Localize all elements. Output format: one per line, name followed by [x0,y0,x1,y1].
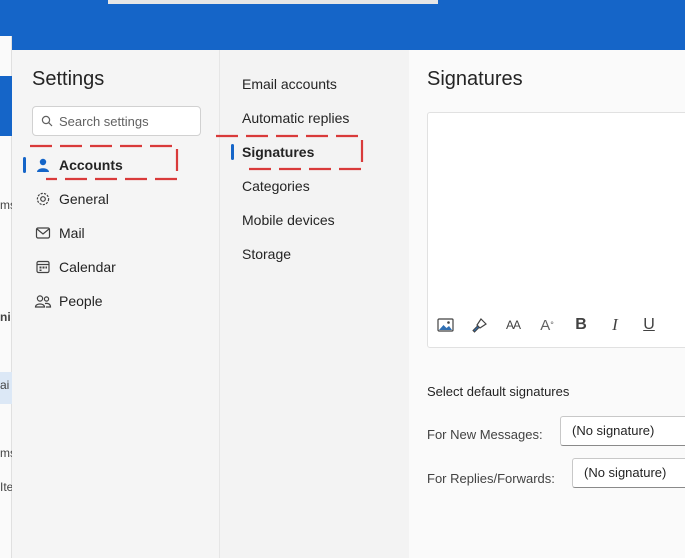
background-text-fragment: ni [0,310,11,324]
nav-item-label: Calendar [59,259,116,275]
settings-nav: Accounts General Mail Calendar People [22,148,207,318]
calendar-icon [34,258,52,276]
search-icon [41,115,53,127]
subnav-item-mobile-devices[interactable]: Mobile devices [220,203,410,237]
people-icon [34,292,52,310]
font-superscript-icon[interactable]: A ° [530,311,564,339]
image-icon[interactable] [428,311,462,339]
replies-forwards-label: For Replies/Forwards: [427,471,555,486]
format-painter-icon[interactable] [462,311,496,339]
nav-item-label: General [59,191,109,207]
superscript-mark: ° [550,320,554,330]
background-blue-chip [0,76,12,136]
accounts-subnav: Email accounts Automatic replies Signatu… [220,67,410,271]
underline-icon[interactable]: U [632,311,666,339]
settings-dialog: Settings Search settings Accounts Genera… [12,50,685,558]
gear-icon [34,190,52,208]
nav-item-accounts[interactable]: Accounts [22,148,207,182]
mail-icon [34,224,52,242]
nav-item-mail[interactable]: Mail [22,216,207,250]
subnav-item-categories[interactable]: Categories [220,169,410,203]
person-icon [34,156,52,174]
default-signatures-heading: Select default signatures [427,384,570,399]
font-size-icon[interactable]: AA [496,311,530,339]
superscript-letter: A [540,316,551,334]
editor-toolbar: AA A ° B I U [428,311,666,339]
subnav-item-automatic-replies[interactable]: Automatic replies [220,101,410,135]
nav-item-label: People [59,293,103,309]
nav-item-people[interactable]: People [22,284,207,318]
nav-item-label: Mail [59,225,85,241]
background-text-fragment: ai [0,378,10,392]
nav-item-general[interactable]: General [22,182,207,216]
settings-title: Settings [32,68,105,90]
page-title: Signatures [427,68,523,90]
settings-sidebar: Settings Search settings Accounts Genera… [12,50,219,558]
italic-icon[interactable]: I [598,311,632,339]
nav-item-label: Accounts [59,157,123,173]
subnav-item-storage[interactable]: Storage [220,237,410,271]
signatures-panel: Signatures AA A ° B I U Select default si… [409,50,685,558]
nav-item-calendar[interactable]: Calendar [22,250,207,284]
background-text-fragment: ms [0,198,12,212]
app-search-strip[interactable] [108,0,438,4]
new-messages-select[interactable]: (No signature) [560,416,685,446]
search-settings-input[interactable]: Search settings [32,106,201,136]
background-text-fragment: ms [0,446,12,460]
background-text-fragment: Ite [0,480,12,494]
replies-forwards-select[interactable]: (No signature) [572,458,685,488]
accounts-subnav-panel: Email accounts Automatic replies Signatu… [219,50,409,558]
signature-editor[interactable]: AA A ° B I U [427,112,685,348]
subnav-item-email-accounts[interactable]: Email accounts [220,67,410,101]
app-header-bar [0,0,685,50]
new-messages-label: For New Messages: [427,427,543,442]
subnav-item-signatures[interactable]: Signatures [220,135,410,169]
search-placeholder: Search settings [59,114,149,129]
bold-icon[interactable]: B [564,311,598,339]
